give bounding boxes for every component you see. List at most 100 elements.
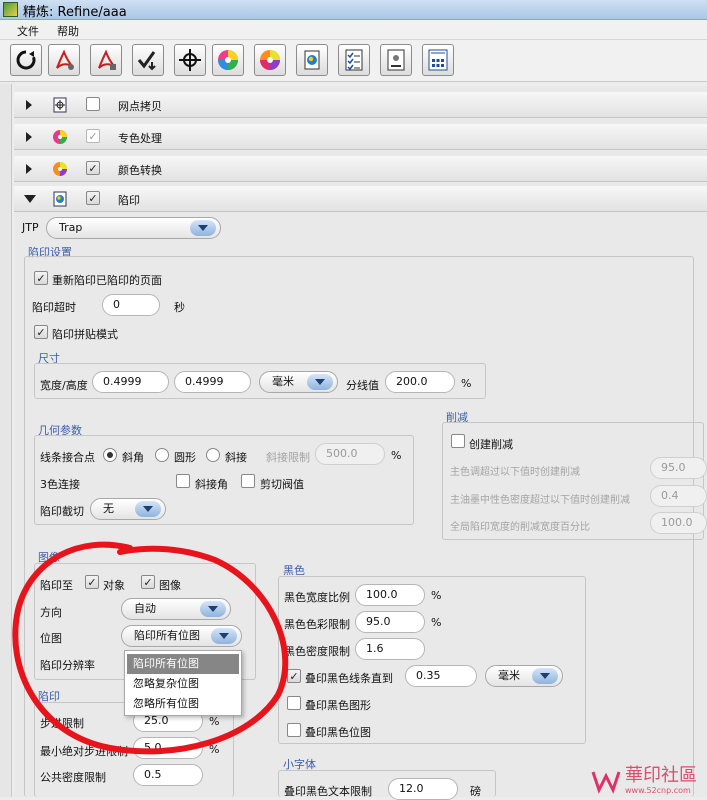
bitmap-label: 位图 (40, 632, 62, 645)
section-color-convert-checkbox[interactable]: ✓ (86, 161, 100, 175)
black-color-limit-input[interactable]: 95.0 (355, 611, 425, 633)
spot-color-icon (53, 130, 67, 144)
color-wheel-alt-button[interactable] (254, 44, 286, 76)
trap-button[interactable] (296, 44, 328, 76)
grid-icon (428, 49, 448, 71)
jtp-select[interactable]: Trap (46, 217, 221, 239)
check-down-button[interactable] (132, 44, 164, 76)
min-step-input[interactable]: 5.0 (133, 737, 203, 759)
section-color-convert-label: 颜色转换 (118, 164, 162, 177)
trap-crop-select[interactable]: 无 (90, 498, 166, 520)
join-miter-radio[interactable] (103, 448, 117, 462)
black-width-ratio-label: 黑色宽度比例 (284, 591, 350, 604)
watermark-text: 華印社區 (625, 765, 697, 786)
width-input[interactable]: 0.4999 (92, 371, 169, 393)
checklist-button[interactable] (338, 44, 370, 76)
join-bevel-radio[interactable] (206, 448, 220, 462)
overprint-graphics-checkbox[interactable] (287, 696, 301, 710)
vertical-scrollbar[interactable] (0, 84, 12, 797)
timeout-label: 陷印超时 (32, 301, 76, 314)
direction-select[interactable]: 自动 (121, 598, 231, 620)
black-density-input[interactable]: 1.6 (355, 638, 425, 660)
overprint-lines-label: 叠印黑色线条直到 (305, 672, 393, 685)
chevron-down-icon (190, 220, 216, 236)
black-width-ratio-input[interactable]: 100.0 (355, 584, 425, 606)
overprint-lines-unit-value: 毫米 (498, 669, 520, 682)
chevron-down-icon (307, 374, 333, 390)
overprint-bitmaps-label: 叠印黑色位图 (305, 726, 371, 739)
join-label: 线条接合点 (40, 451, 95, 464)
bitmap-option-trap-all[interactable]: 陷印所有位图 (127, 654, 239, 674)
section-halftone-copy[interactable]: 网点拷贝 (14, 92, 707, 118)
reduce-row1-label: 主色调超过以下值时创建削减 (450, 467, 580, 478)
collapse-arrow-icon[interactable] (24, 194, 36, 204)
resolution-label: 陷印分辨率 (40, 659, 95, 672)
overprint-lines-input[interactable]: 0.35 (405, 665, 477, 687)
crosshair-button[interactable] (174, 44, 206, 76)
reduce-row2-input[interactable]: 0.4 (650, 485, 707, 507)
section-halftone-copy-checkbox[interactable] (86, 97, 100, 111)
refresh-button[interactable] (10, 44, 42, 76)
expand-arrow-icon[interactable] (24, 132, 34, 142)
miter-limit-input[interactable]: 500.0 (315, 443, 385, 465)
bitmap-option-ignore-complex[interactable]: 忽略复杂位图 (127, 674, 239, 694)
three-color-label: 3色连接 (40, 478, 80, 491)
density-limit-label: 公共密度限制 (40, 771, 106, 784)
expand-arrow-icon[interactable] (24, 100, 34, 110)
toolbar (0, 40, 707, 82)
timeout-input[interactable]: 0 (102, 294, 160, 316)
grid-button[interactable] (422, 44, 454, 76)
trap-to-object-checkbox[interactable]: ✓ (85, 575, 99, 589)
app-icon (3, 2, 18, 17)
overprint-bitmaps-checkbox[interactable] (287, 723, 301, 737)
create-reduce-checkbox[interactable] (451, 434, 465, 448)
join-round-radio[interactable] (155, 448, 169, 462)
bitmap-select[interactable]: 陷印所有位图 (121, 625, 242, 647)
chevron-down-icon (211, 628, 237, 644)
trap-to-image-label: 图像 (159, 579, 181, 592)
overprint-lines-checkbox[interactable]: ✓ (287, 669, 301, 683)
refresh-icon (16, 50, 36, 70)
tile-mode-checkbox[interactable]: ✓ (34, 325, 48, 339)
menu-help[interactable]: 帮助 (57, 23, 79, 39)
size-unit-select[interactable]: 毫米 (259, 371, 338, 393)
expand-arrow-icon[interactable] (24, 164, 34, 174)
page-button[interactable] (380, 44, 412, 76)
section-trap-checkbox[interactable]: ✓ (86, 191, 100, 205)
bitmap-option-ignore-all[interactable]: 忽略所有位图 (127, 694, 239, 714)
section-color-convert[interactable]: ✓ 颜色转换 (14, 156, 707, 182)
join-miter-label: 斜角 (122, 451, 144, 464)
bevel-corner-checkbox[interactable] (176, 474, 190, 488)
trap-crop-label: 陷印截切 (40, 505, 84, 518)
min-step-label: 最小绝对步进限制 (40, 745, 128, 758)
overprint-lines-unit-select[interactable]: 毫米 (485, 665, 563, 687)
check-down-icon (137, 51, 156, 71)
section-spot-color[interactable]: ✓ 专色处理 (14, 124, 707, 150)
cut-threshold-checkbox[interactable] (241, 474, 255, 488)
reduce-row1-input[interactable]: 95.0 (650, 457, 707, 479)
section-trap[interactable]: ✓ 陷印 (14, 186, 707, 212)
trap-to-image-checkbox[interactable]: ✓ (141, 575, 155, 589)
black-width-ratio-unit: % (431, 589, 442, 602)
color-wheel-button[interactable] (212, 44, 244, 76)
trap-section-icon (53, 191, 67, 207)
menu-file[interactable]: 文件 (17, 23, 39, 39)
split-unit: % (461, 377, 472, 390)
cut-threshold-label: 剪切阀值 (260, 478, 304, 491)
trap-to-object-label: 对象 (103, 579, 125, 592)
bevel-corner-label: 斜接角 (195, 478, 228, 491)
reduce-row3-label: 全局陷印宽度的削减宽度百分比 (450, 522, 590, 533)
checklist-icon (345, 49, 363, 71)
step-limit-unit: % (209, 715, 220, 728)
section-spot-color-checkbox[interactable]: ✓ (86, 129, 100, 143)
trap-icon (304, 50, 320, 70)
density-limit-input[interactable]: 0.5 (133, 764, 203, 786)
bitmap-value: 陷印所有位图 (134, 629, 200, 642)
reduce-row3-input[interactable]: 100.0 (650, 512, 707, 534)
trap-to-label: 陷印至 (40, 579, 73, 592)
pdf-alt-button[interactable] (90, 44, 122, 76)
height-input[interactable]: 0.4999 (174, 371, 251, 393)
split-input[interactable]: 200.0 (385, 371, 455, 393)
pdf-button[interactable] (48, 44, 80, 76)
retrap-checkbox[interactable]: ✓ (34, 271, 48, 285)
